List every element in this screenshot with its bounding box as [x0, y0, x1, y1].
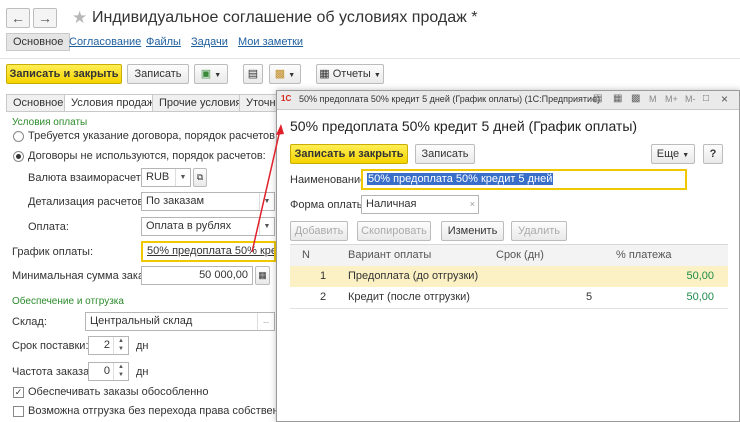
annotation-arrow: [251, 124, 284, 253]
